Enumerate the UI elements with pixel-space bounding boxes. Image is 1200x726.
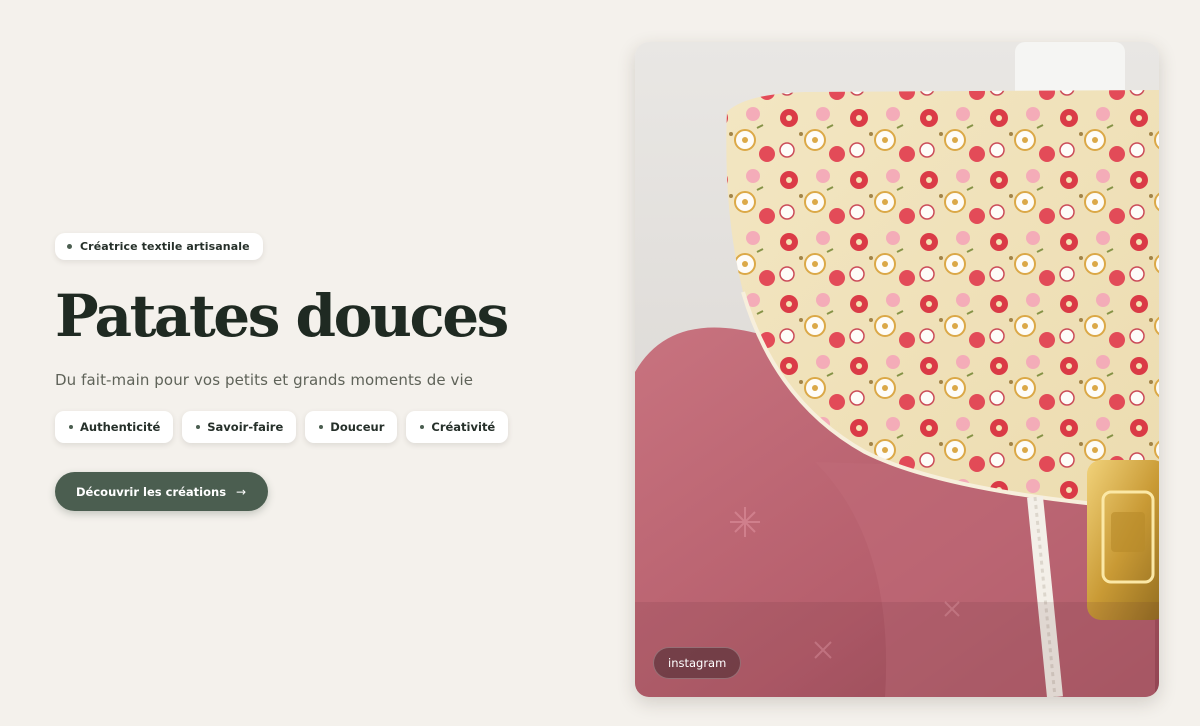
value-label: Créativité bbox=[431, 420, 496, 434]
value-pill-savoir-faire: Savoir-faire bbox=[182, 411, 297, 443]
hero-subtitle: Du fait-main pour vos petits et grands m… bbox=[55, 371, 474, 389]
cta-label: Découvrir les créations bbox=[76, 484, 227, 499]
value-label: Savoir-faire bbox=[207, 420, 284, 434]
dot-icon bbox=[196, 425, 201, 429]
eyebrow-text: Créatrice textile artisanale bbox=[80, 240, 250, 253]
dot-icon bbox=[67, 244, 72, 249]
page-title: Patates douces bbox=[55, 282, 509, 350]
instagram-link[interactable]: instagram bbox=[653, 647, 742, 679]
values-list: Authenticité Savoir-faire Douceur Créati… bbox=[55, 411, 615, 443]
value-label: Authenticité bbox=[80, 420, 161, 434]
value-pill-creativite: Créativité bbox=[406, 411, 509, 443]
eyebrow-badge: Créatrice textile artisanale bbox=[55, 233, 263, 260]
dot-icon bbox=[420, 425, 425, 429]
discover-creations-button[interactable]: Découvrir les créations → bbox=[55, 472, 269, 511]
value-label: Douceur bbox=[330, 420, 385, 434]
value-pill-douceur: Douceur bbox=[305, 411, 398, 443]
hero-photo: instagram bbox=[635, 42, 1159, 697]
hero-section: Créatrice textile artisanale Patates dou… bbox=[0, 0, 1200, 726]
value-pill-authenticite: Authenticité bbox=[55, 411, 174, 443]
hero-content: Créatrice textile artisanale Patates dou… bbox=[55, 233, 615, 511]
dot-icon bbox=[69, 425, 73, 429]
backpack-photo-illustration bbox=[635, 42, 1159, 697]
arrow-right-icon: → bbox=[236, 484, 247, 499]
dot-icon bbox=[319, 425, 324, 429]
